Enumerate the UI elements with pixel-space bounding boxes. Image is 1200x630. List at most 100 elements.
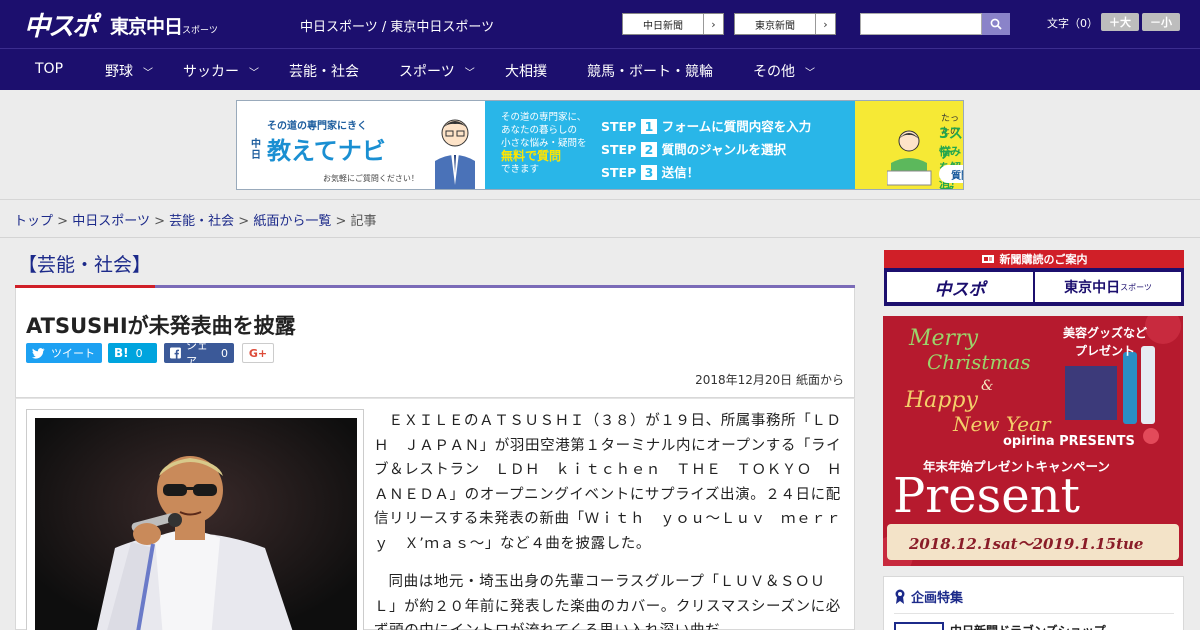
step-text: 送信！ xyxy=(661,165,700,180)
banner-mid-lines: その道の専門家に、 あなたの暮らしの 小さな悩み・疑問を 無料で質問 できます xyxy=(501,111,587,176)
breadcrumb-separator: > xyxy=(238,214,250,229)
banner-mid-end: できます xyxy=(501,164,540,175)
ad-christmas: Christmas xyxy=(927,350,1031,374)
ad-happy: Happy xyxy=(905,388,978,413)
banner-right: たったの 3ステップで 悩みを解消！ 質問する → xyxy=(855,101,963,189)
tokyo-chunichi-logo[interactable]: 東京中日スポーツ xyxy=(110,12,218,39)
banner-free-question: 無料で質問 xyxy=(501,149,562,163)
banner-mid-line: あなたの暮らしの xyxy=(501,125,578,136)
feature-title: 企画特集 xyxy=(894,587,963,606)
tokyo-logo-text: 東京中日 xyxy=(110,16,183,38)
article-body: ＥＸＩＬＥのＡＴＳＵＳＨＩ（３８）が１９日、所属事務所「ＬＤＨ ＪＡＰＡＮ」が羽… xyxy=(15,398,855,630)
feature-thumb xyxy=(894,622,944,630)
feature-item-label: 中日新聞ドラゴンズショップ xyxy=(950,622,1106,630)
breadcrumb-link-chunichi-sports[interactable]: 中日スポーツ xyxy=(72,214,150,229)
gplus-icon: G+ xyxy=(248,346,268,360)
step-num: 3 xyxy=(640,165,658,180)
nav-item-racing[interactable]: 競馬・ボート・競輪 xyxy=(587,61,713,81)
subscription-box: 新聞購読のご案内 中スポ 東京中日 スポーツ xyxy=(884,250,1184,306)
step-text: フォームに質問内容を入力 xyxy=(661,119,812,134)
nav-item-top[interactable]: TOP xyxy=(35,61,63,77)
chevron-down-icon: ﹀ xyxy=(143,67,153,79)
step-text: 質問のジャンルを選択 xyxy=(661,142,787,157)
nav-label: 大相撲 xyxy=(505,64,547,80)
nav-item-baseball[interactable]: 野球 ﹀ xyxy=(105,61,153,81)
article-paragraph: ＥＸＩＬＥのＡＴＳＵＳＨＩ（３８）が１９日、所属事務所「ＬＤＨ ＪＡＰＡＮ」が羽… xyxy=(374,413,843,552)
user-laptop-illustration xyxy=(887,130,932,186)
subscribe-tokyo-button[interactable]: 東京中日 スポーツ xyxy=(1035,272,1181,302)
nav-label: 競馬・ボート・競輪 xyxy=(587,64,713,80)
feature-title-text: 企画特集 xyxy=(911,591,964,606)
nav-item-sumo[interactable]: 大相撲 xyxy=(505,61,547,81)
font-smaller-button[interactable]: －小 xyxy=(1142,13,1180,31)
breadcrumb-link-paper-list[interactable]: 紙面から一覧 xyxy=(253,214,331,229)
category-title: 【芸能・社会】 xyxy=(18,254,152,276)
feature-item[interactable]: 中日新聞ドラゴンズショップ xyxy=(894,613,1174,630)
search-icon xyxy=(990,18,1002,30)
breadcrumb-separator: > xyxy=(335,214,347,229)
banner-step: STEP 2 質問のジャンルを選択 xyxy=(601,138,811,161)
chevron-down-icon: ﹀ xyxy=(805,67,815,79)
article-headline: ATSUSHIが未発表曲を披露 xyxy=(26,314,296,338)
main-nav: TOP 野球 ﹀ サッカー ﹀ 芸能・社会 スポーツ ﹀ 大相撲 競馬・ボート・競輪 … xyxy=(0,48,1200,90)
ad-present: Present xyxy=(893,468,1080,524)
ad-goods-2: プレゼント xyxy=(1075,344,1136,358)
nav-label: 野球 xyxy=(105,64,133,80)
article-photo-frame xyxy=(26,409,364,630)
search-button[interactable] xyxy=(982,13,1010,35)
article-header: ATSUSHIが未発表曲を披露 ツイート B! 0 シェア 0 G+ 2018年… xyxy=(15,288,855,398)
tokyo-shimbun-link[interactable]: 東京新聞 › xyxy=(734,13,836,35)
chevron-right-icon: › xyxy=(703,14,723,34)
nav-item-soccer[interactable]: サッカー ﹀ xyxy=(183,61,259,81)
ribbon-icon xyxy=(895,589,905,604)
chunichi-shimbun-link[interactable]: 中日新聞 › xyxy=(622,13,724,35)
article-photo[interactable] xyxy=(35,418,357,630)
tweet-label: ツイート xyxy=(51,347,95,360)
subscribe-tokyo-small: スポーツ xyxy=(1120,282,1152,292)
oshiete-navi-banner[interactable]: その道の専門家にきく 中日 教えてナビ お気軽にご質問ください！ その道の専門家… xyxy=(236,100,964,190)
font-bigger-button[interactable]: ＋大 xyxy=(1101,13,1139,31)
breadcrumb: トップ > 中日スポーツ > 芸能・社会 > 紙面から一覧 > 記事 xyxy=(14,210,377,229)
facebook-share-button[interactable]: シェア 0 xyxy=(164,339,234,368)
hatena-count: 0 xyxy=(135,346,143,360)
nav-item-other[interactable]: その他 ﹀ xyxy=(753,61,815,81)
ad-amp: & xyxy=(981,378,994,394)
ad-goods-1: 美容グッズなど xyxy=(1063,326,1148,340)
banner-step: STEP 3 送信！ xyxy=(601,161,811,184)
search-input[interactable] xyxy=(860,13,982,35)
banner-steps: STEP 1 フォームに質問内容を入力 STEP 2 質問のジャンルを選択 ST… xyxy=(601,115,811,184)
nav-label: TOP xyxy=(35,61,64,77)
newspaper-icon xyxy=(981,255,994,263)
chuspo-logo[interactable]: 中スポ xyxy=(24,6,98,43)
breadcrumb-link-top[interactable]: トップ xyxy=(14,214,53,229)
tokyo-logo-small: スポーツ xyxy=(182,26,218,36)
banner-cta: 質問する → xyxy=(939,165,963,183)
nav-label: 芸能・社会 xyxy=(289,64,359,80)
ad-period: 2018.12.1sat～2019.1.15tue xyxy=(909,535,1144,553)
hatena-bookmark-button[interactable]: B! 0 xyxy=(108,343,157,363)
performer-photo xyxy=(35,418,357,630)
article-paragraph: 同曲は地元・埼玉出身の先輩コーラスグループ「ＬＵＶ＆ＳＯＵＬ」が約２０年前に発表… xyxy=(374,574,841,630)
step-num: 1 xyxy=(640,119,658,134)
nav-item-entertainment[interactable]: 芸能・社会 xyxy=(289,61,359,81)
banner-mid-line: その道の専門家に、 xyxy=(501,112,587,123)
banner-area: その道の専門家にきく 中日 教えてナビ お気軽にご質問ください！ その道の専門家… xyxy=(0,90,1200,200)
banner-step: STEP 1 フォームに質問内容を入力 xyxy=(601,115,811,138)
article-text: ＥＸＩＬＥのＡＴＳＵＳＨＩ（３８）が１９日、所属事務所「ＬＤＨ ＪＡＰＡＮ」が羽… xyxy=(374,409,846,630)
breadcrumb-separator: > xyxy=(57,214,69,229)
chevron-down-icon: ﹀ xyxy=(464,67,475,79)
subscribe-chuspo-button[interactable]: 中スポ xyxy=(887,272,1033,302)
subscription-title: 新聞購読のご案内 xyxy=(884,250,1184,268)
site-search xyxy=(860,13,1010,35)
present-campaign-ad[interactable]: Merry Christmas & Happy New Year 美容グッズなど… xyxy=(883,316,1183,566)
sister-label: 東京新聞 xyxy=(755,20,795,32)
tweet-button[interactable]: ツイート xyxy=(26,343,102,363)
breadcrumb-separator: > xyxy=(154,214,165,229)
twitter-icon xyxy=(32,347,45,359)
breadcrumb-current: 記事 xyxy=(350,214,377,229)
nav-label: その他 xyxy=(753,64,795,80)
gplus-button[interactable]: G+ xyxy=(242,343,274,363)
nav-item-sports[interactable]: スポーツ ﹀ xyxy=(399,61,475,81)
step-label: STEP xyxy=(601,142,637,157)
breadcrumb-link-entertainment[interactable]: 芸能・社会 xyxy=(169,214,234,229)
